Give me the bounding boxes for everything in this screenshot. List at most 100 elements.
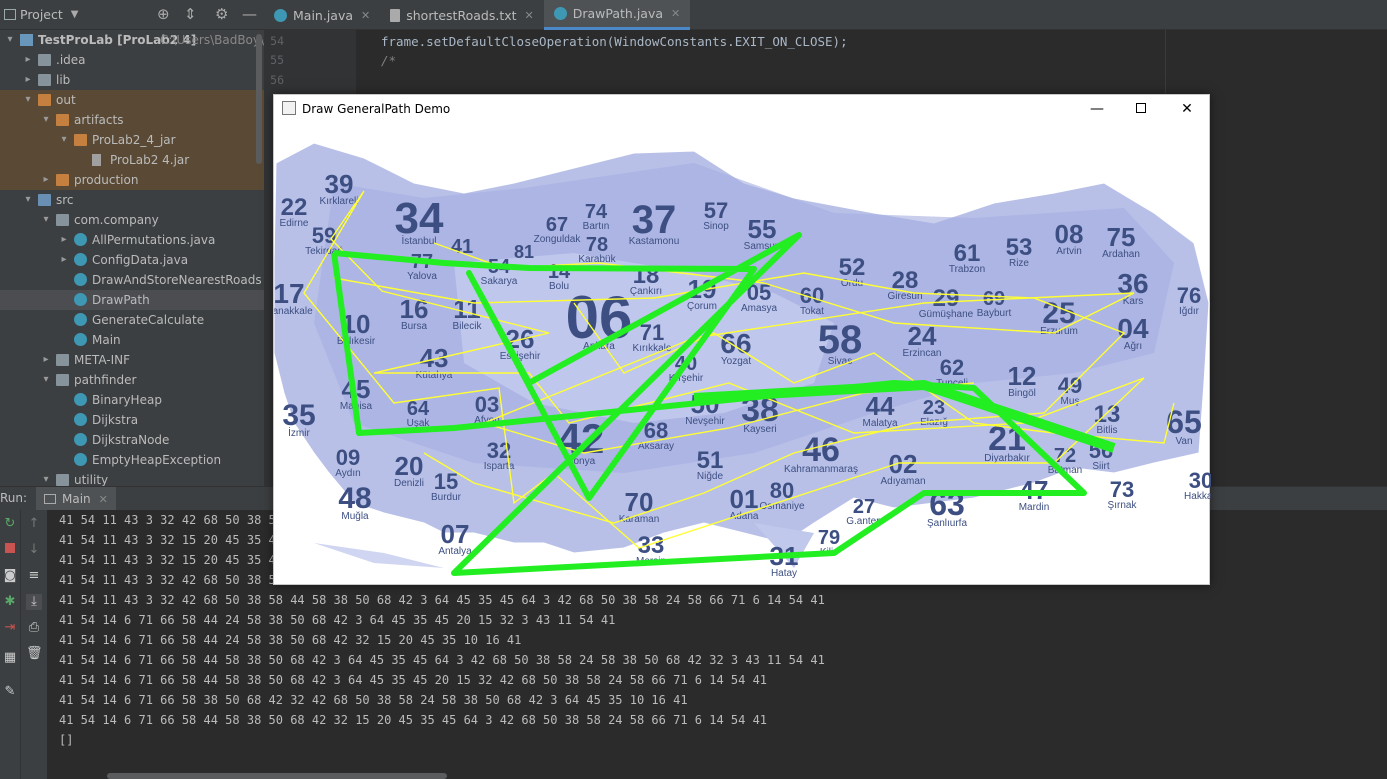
editor-tab[interactable]: shortestRoads.txt ✕ bbox=[380, 0, 544, 30]
chevron-down-icon[interactable]: ▾ bbox=[40, 470, 52, 486]
chevron-right-icon[interactable]: ▸ bbox=[22, 50, 34, 70]
chevron-right-icon[interactable]: ▸ bbox=[58, 250, 70, 270]
window-titlebar[interactable]: Draw GeneralPath Demo — ✕ bbox=[274, 95, 1209, 123]
province-name: Gümüşhane bbox=[919, 309, 974, 320]
collapse-icon[interactable]: ⇕ bbox=[184, 5, 197, 23]
province-code: 15 bbox=[434, 469, 458, 494]
rerun-icon[interactable]: ↻ bbox=[2, 516, 18, 532]
folder-icon bbox=[56, 214, 69, 226]
close-button[interactable]: ✕ bbox=[1176, 98, 1198, 120]
chevron-down-icon[interactable]: ▾ bbox=[22, 90, 34, 110]
chevron-down-icon[interactable]: ▾ bbox=[40, 210, 52, 230]
class-icon bbox=[74, 453, 87, 466]
chevron-right-icon[interactable]: ▸ bbox=[40, 350, 52, 370]
close-icon[interactable]: ✕ bbox=[671, 7, 680, 20]
province-name: Hatay bbox=[771, 568, 797, 579]
province-code: 22 bbox=[281, 194, 308, 221]
class-icon bbox=[74, 313, 87, 326]
province-name: Bingöl bbox=[1008, 388, 1036, 399]
tree-item-label: production bbox=[74, 173, 139, 187]
province-code: 27 bbox=[853, 496, 875, 518]
chevron-right-icon[interactable]: ▸ bbox=[58, 230, 70, 250]
trash-icon[interactable]: 🗑 bbox=[26, 646, 43, 662]
province-code: 61 bbox=[954, 240, 981, 267]
exit-icon[interactable]: ⇥ bbox=[2, 620, 18, 636]
tree-item[interactable]: ▸ AllPermutations.java bbox=[0, 230, 264, 250]
chevron-down-icon[interactable]: ▼ bbox=[71, 9, 79, 20]
console-line: 41 54 11 43 3 32 15 20 45 35 45 bbox=[59, 553, 283, 567]
class-icon bbox=[74, 393, 87, 406]
chevron-down-icon[interactable]: ▾ bbox=[40, 110, 52, 130]
tree-item[interactable]: ▸ production bbox=[0, 170, 264, 190]
layout-icon[interactable]: ▦ bbox=[2, 650, 18, 666]
project-view-selector[interactable]: Project bbox=[20, 7, 63, 22]
tree-item[interactable]: ▸ META-INF bbox=[0, 350, 264, 370]
minimize-icon[interactable]: — bbox=[242, 5, 257, 23]
close-icon[interactable]: ✕ bbox=[361, 9, 370, 22]
project-scrollbar[interactable] bbox=[256, 34, 262, 164]
print-icon[interactable]: ⎙ bbox=[26, 620, 42, 636]
scroll-to-end-icon[interactable]: ⤓ bbox=[26, 594, 42, 610]
tree-item[interactable]: ProLab2 4.jar bbox=[0, 150, 264, 170]
arrow-down-icon[interactable]: ↓ bbox=[26, 542, 42, 558]
chevron-down-icon[interactable]: ▾ bbox=[40, 370, 52, 390]
run-label: Run: bbox=[0, 491, 28, 505]
camera-icon[interactable]: ◙ bbox=[2, 568, 18, 584]
tree-item[interactable]: ▾ utility bbox=[0, 470, 264, 486]
province-name: Burdur bbox=[431, 492, 462, 503]
tree-item[interactable]: ▾ ProLab2_4_jar bbox=[0, 130, 264, 150]
code-line: frame.setDefaultCloseOperation(WindowCon… bbox=[381, 34, 848, 49]
tree-item[interactable]: Main bbox=[0, 330, 264, 350]
tree-item[interactable]: BinaryHeap bbox=[0, 390, 264, 410]
tree-item[interactable]: EmptyHeapException bbox=[0, 450, 264, 470]
gear-icon[interactable]: ⚙ bbox=[215, 5, 228, 23]
maximize-button[interactable] bbox=[1130, 98, 1152, 120]
tree-item[interactable]: DrawPath bbox=[0, 290, 264, 310]
folder-icon bbox=[38, 94, 51, 106]
tree-item[interactable]: ▸ ConfigData.java bbox=[0, 250, 264, 270]
stop-icon[interactable] bbox=[2, 542, 18, 558]
editor-tab[interactable]: DrawPath.java ✕ bbox=[543, 0, 691, 30]
console-scrollbar[interactable] bbox=[107, 773, 447, 779]
province-code: 29 bbox=[933, 285, 960, 312]
tree-item[interactable]: ▾ out bbox=[0, 90, 264, 110]
debug-icon[interactable]: ✱ bbox=[2, 594, 18, 610]
province-name: Bursa bbox=[401, 321, 428, 332]
close-icon[interactable]: ✕ bbox=[525, 9, 534, 22]
class-icon bbox=[74, 253, 87, 266]
province-name: Edirne bbox=[280, 218, 309, 229]
module-icon bbox=[20, 34, 33, 46]
tree-item[interactable]: ▾ pathfinder bbox=[0, 370, 264, 390]
minimize-button[interactable]: — bbox=[1086, 98, 1108, 120]
tree-item[interactable]: DrawAndStoreNearestRoads bbox=[0, 270, 264, 290]
tree-item[interactable]: ▾TestProLab [ProLab2 4]C:\Users\BadBoy\D… bbox=[0, 30, 264, 50]
chevron-right-icon[interactable]: ▸ bbox=[40, 170, 52, 190]
close-icon[interactable]: ✕ bbox=[99, 493, 108, 506]
tree-item[interactable]: Dijkstra bbox=[0, 410, 264, 430]
run-tab-main[interactable]: Main ✕ bbox=[36, 487, 116, 511]
tree-item[interactable]: ▾ artifacts bbox=[0, 110, 264, 130]
tree-item-label: com.company bbox=[74, 213, 159, 227]
tree-item[interactable]: ▾ com.company bbox=[0, 210, 264, 230]
chevron-down-icon[interactable]: ▾ bbox=[4, 30, 16, 50]
tree-item[interactable]: ▸ .idea bbox=[0, 50, 264, 70]
chevron-down-icon[interactable]: ▾ bbox=[58, 130, 70, 150]
tree-item[interactable]: ▾ src bbox=[0, 190, 264, 210]
tree-item[interactable]: DijkstraNode bbox=[0, 430, 264, 450]
chevron-down-icon[interactable]: ▾ bbox=[22, 190, 34, 210]
tree-item[interactable]: GenerateCalculate bbox=[0, 310, 264, 330]
chevron-right-icon[interactable]: ▸ bbox=[22, 70, 34, 90]
arrow-up-icon[interactable]: ↑ bbox=[26, 516, 42, 532]
province-name: İzmir bbox=[288, 426, 310, 439]
tree-item-label: pathfinder bbox=[74, 373, 137, 387]
soft-wrap-icon[interactable]: ≡ bbox=[26, 568, 42, 584]
province-code: 30 bbox=[1189, 468, 1211, 493]
pin-icon[interactable]: ✎ bbox=[2, 684, 18, 700]
province-code: 43 bbox=[420, 343, 449, 373]
editor-tab-label: Main.java bbox=[293, 7, 354, 23]
province-name: Çorum bbox=[687, 301, 717, 312]
editor-tab[interactable]: Main.java ✕ bbox=[264, 0, 380, 30]
tree-item[interactable]: ▸ lib bbox=[0, 70, 264, 90]
locate-icon[interactable]: ⊕ bbox=[157, 5, 170, 23]
province-name: Kırıkkale bbox=[633, 343, 672, 354]
